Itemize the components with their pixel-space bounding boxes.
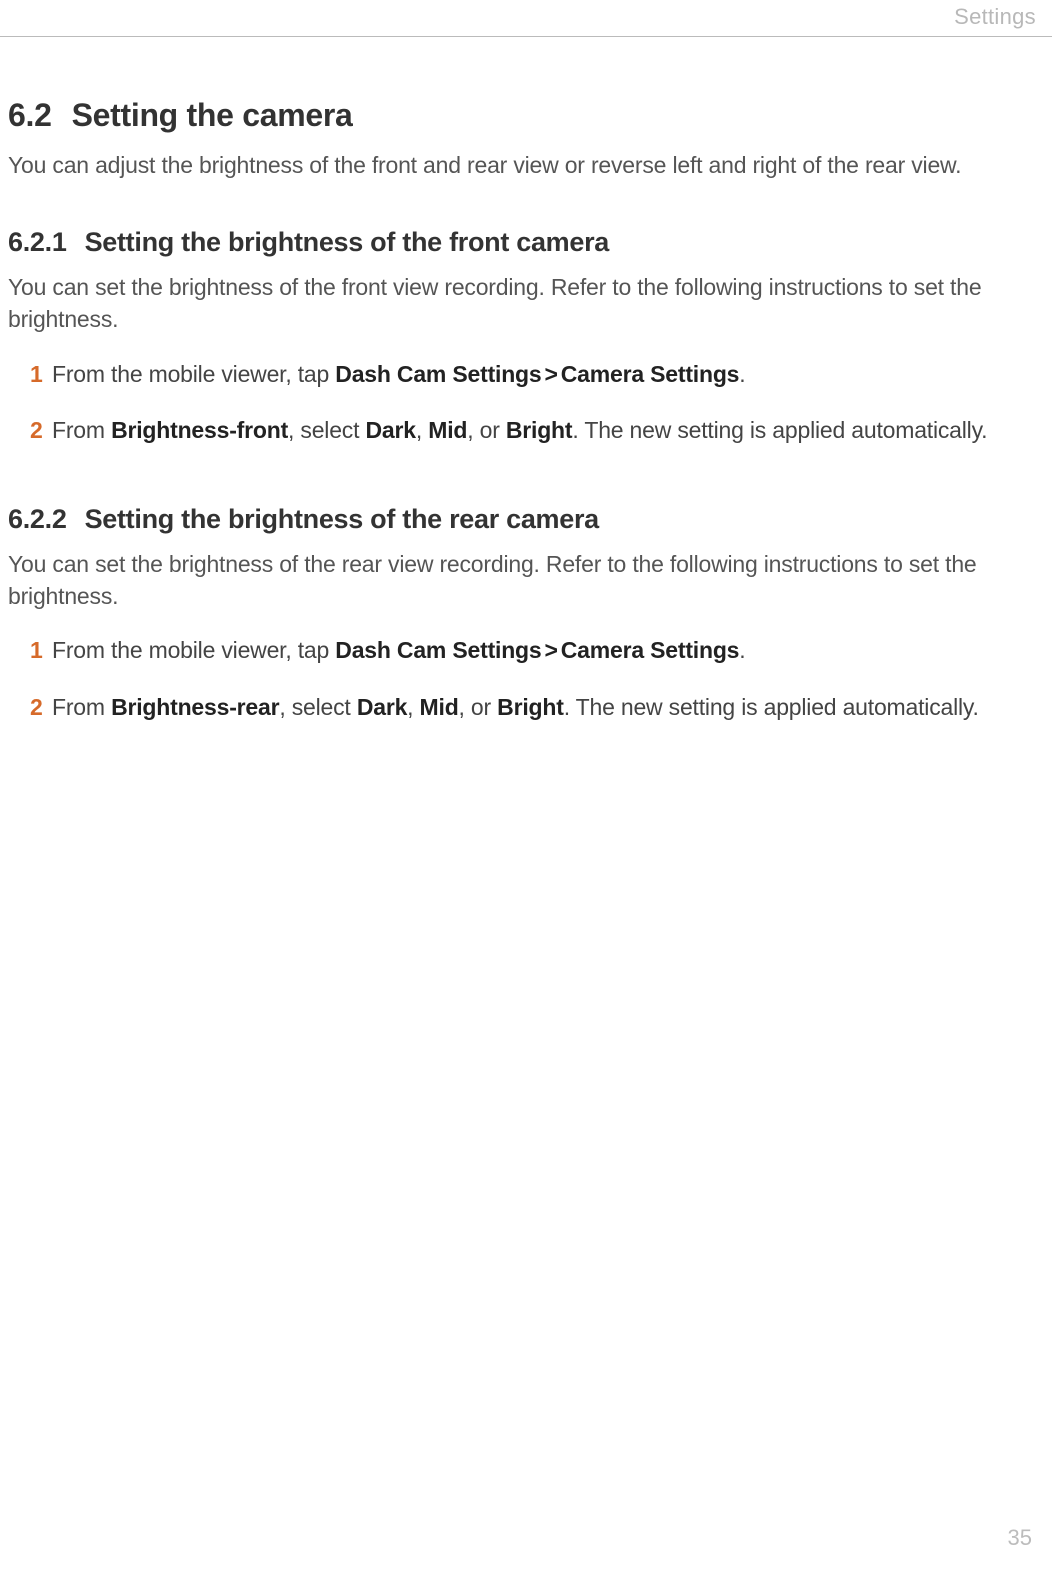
bold-text: Bright	[506, 417, 573, 443]
subsection-2-title: Setting the brightness of the rear camer…	[85, 504, 599, 534]
step-text: From Brightness-front, select Dark, Mid,…	[52, 414, 1036, 446]
subsection-1-desc: You can set the brightness of the front …	[8, 272, 1036, 335]
text-run: . The new setting is applied automatical…	[564, 694, 979, 720]
section-number: 6.2	[8, 97, 52, 134]
subsection-1-heading: 6.2.1 Setting the brightness of the front…	[8, 227, 1036, 258]
bold-text: Dark	[366, 417, 416, 443]
bold-text: Dash Cam Settings	[335, 637, 541, 663]
bold-text: Brightness-rear	[111, 694, 279, 720]
bold-text: Mid	[428, 417, 467, 443]
list-item: 2 From Brightness-front, select Dark, Mi…	[30, 414, 1036, 446]
chevron-right-icon: >	[545, 634, 558, 666]
step-text: From the mobile viewer, tap Dash Cam Set…	[52, 358, 1036, 390]
section-intro: You can adjust the brightness of the fro…	[8, 150, 1036, 181]
header-label: Settings	[954, 4, 1036, 29]
list-item: 1 From the mobile viewer, tap Dash Cam S…	[30, 634, 1036, 666]
step-number: 2	[30, 691, 52, 723]
bold-text: Dash Cam Settings	[335, 361, 541, 387]
section-title: Setting the camera	[72, 97, 353, 133]
bold-text: Bright	[497, 694, 564, 720]
page-header: Settings	[0, 0, 1052, 37]
text-run: From the mobile viewer, tap	[52, 637, 335, 663]
text-run: From the mobile viewer, tap	[52, 361, 335, 387]
text-run: ,	[416, 417, 428, 443]
text-run: . The new setting is applied automatical…	[572, 417, 987, 443]
subsection-2-steps: 1 From the mobile viewer, tap Dash Cam S…	[30, 634, 1036, 722]
list-item: 1 From the mobile viewer, tap Dash Cam S…	[30, 358, 1036, 390]
bold-text: Dark	[357, 694, 407, 720]
section-heading: 6.2 Setting the camera	[8, 97, 1036, 134]
step-text: From the mobile viewer, tap Dash Cam Set…	[52, 634, 1036, 666]
bold-text: Camera Settings	[561, 637, 740, 663]
text-run: From	[52, 417, 111, 443]
step-text: From Brightness-rear, select Dark, Mid, …	[52, 691, 1036, 723]
bold-text: Camera Settings	[561, 361, 740, 387]
step-number: 1	[30, 358, 52, 390]
subsection-2-heading: 6.2.2 Setting the brightness of the rear …	[8, 504, 1036, 535]
list-item: 2 From Brightness-rear, select Dark, Mid…	[30, 691, 1036, 723]
text-run: ,	[407, 694, 419, 720]
text-run: , select	[279, 694, 356, 720]
subsection-2-desc: You can set the brightness of the rear v…	[8, 549, 1036, 612]
subsection-1-number: 6.2.1	[8, 227, 67, 258]
text-run: .	[739, 361, 745, 387]
page-number: 35	[1008, 1525, 1032, 1551]
subsection-2-number: 6.2.2	[8, 504, 67, 535]
subsection-1-title: Setting the brightness of the front came…	[85, 227, 609, 257]
step-number: 2	[30, 414, 52, 446]
text-run: , or	[467, 417, 506, 443]
bold-text: Mid	[420, 694, 459, 720]
bold-text: Brightness-front	[111, 417, 288, 443]
chevron-right-icon: >	[545, 358, 558, 390]
page-content: 6.2 Setting the camera You can adjust the…	[0, 37, 1052, 723]
text-run: , or	[459, 694, 498, 720]
text-run: .	[739, 637, 745, 663]
text-run: , select	[288, 417, 365, 443]
text-run: From	[52, 694, 111, 720]
step-number: 1	[30, 634, 52, 666]
subsection-1-steps: 1 From the mobile viewer, tap Dash Cam S…	[30, 358, 1036, 446]
